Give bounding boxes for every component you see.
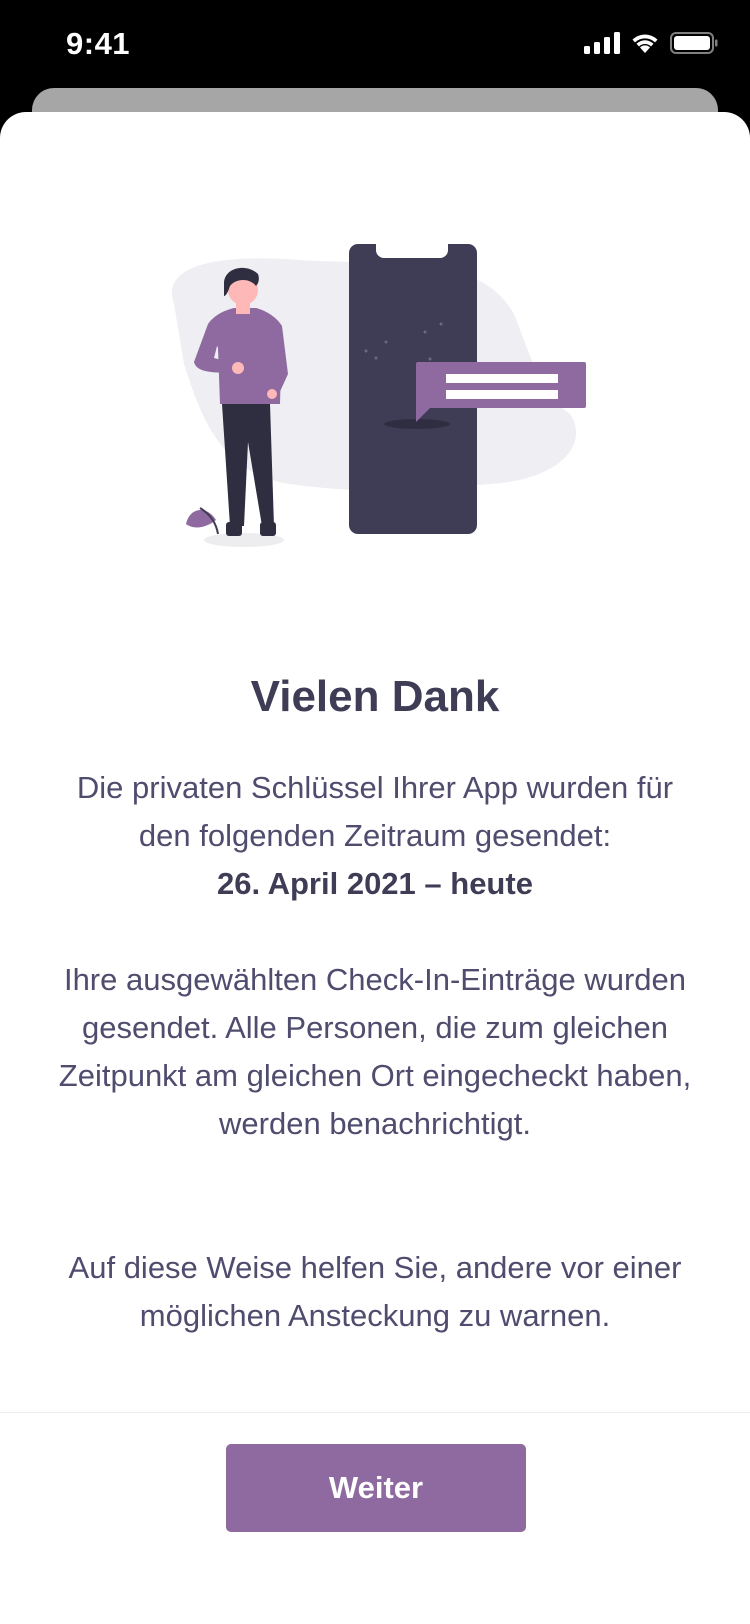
status-time: 9:41 (66, 26, 131, 61)
battery-icon (670, 32, 718, 54)
thank-you-illustration (171, 244, 586, 547)
keys-sent-text: Die privaten Schlüssel Ihrer App wurden … (76, 770, 674, 853)
footer-divider (0, 1412, 750, 1413)
keys-sent-paragraph: Die privaten Schlüssel Ihrer App wurden … (50, 764, 700, 908)
cellular-signal-icon (584, 32, 620, 54)
date-range: 26. April 2021 – heute (217, 866, 533, 901)
warning-text: Auf diese Weise helfen Sie, andere vor e… (68, 1250, 682, 1333)
thanks-title: Vielen Dank (250, 672, 500, 721)
next-button[interactable]: Weiter (226, 1444, 526, 1532)
wifi-icon (632, 34, 658, 53)
modal-sheet: Vielen Dank Die privaten Schlüssel Ihrer… (0, 112, 750, 1624)
checkins-sent-text: Ihre ausgewählten Check-In-Einträge wurd… (58, 962, 692, 1141)
status-bar: 9:41 (0, 0, 750, 90)
